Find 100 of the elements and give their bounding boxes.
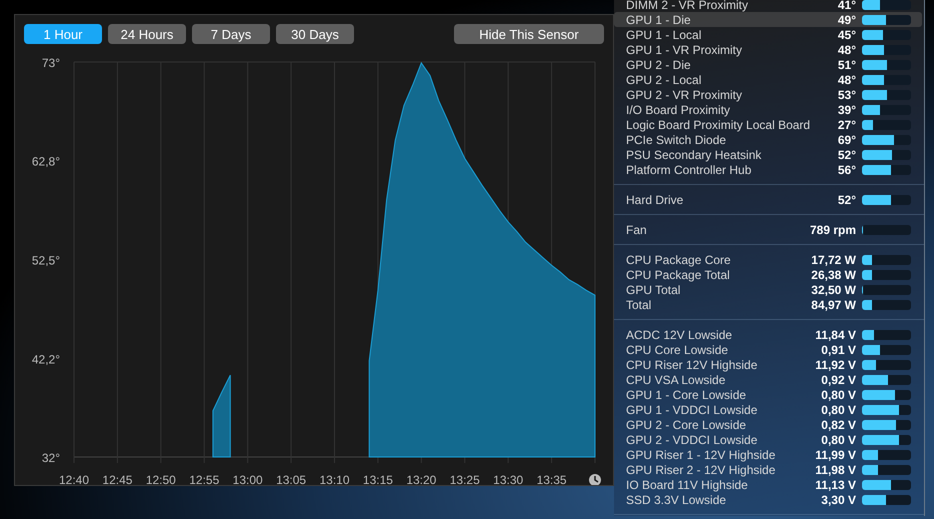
sensor-value: 17,72 W <box>811 252 856 266</box>
sensor-row[interactable]: CPU Riser 12V Highside 11,92 V <box>614 357 922 372</box>
sensor-name: GPU 2 - VR Proximity <box>626 88 744 102</box>
sensor-row[interactable]: GPU 2 - VDDCI Lowside 0,80 V <box>614 432 922 447</box>
sensor-name: GPU Riser 2 - 12V Highside <box>626 462 776 476</box>
sensor-name: GPU 2 - Die <box>626 58 692 72</box>
sensor-row[interactable]: CPU Package Total 26,38 W <box>614 267 922 282</box>
sensor-name: GPU 1 - VDDCI Lowside <box>626 402 758 416</box>
sensor-row[interactable]: Logic Board Proximity Local Board 27° <box>614 117 922 132</box>
sensor-row[interactable]: GPU 2 - Core Lowside 0,82 V <box>614 417 922 432</box>
sensor-value: 11,84 V <box>815 328 856 342</box>
sensor-value: 69° <box>838 132 856 146</box>
sensor-row[interactable]: GPU Riser 2 - 12V Highside 11,98 V <box>614 462 922 477</box>
x-axis-label: 12:55 <box>189 473 220 485</box>
sensor-name: Platform Controller Hub <box>626 162 752 176</box>
x-axis-label: 12:50 <box>146 473 176 485</box>
sensor-value: 52° <box>838 192 856 206</box>
sensor-name: Total <box>626 298 652 312</box>
sensor-name: CPU VSA Lowside <box>626 372 726 386</box>
time-range-button[interactable]: 24 Hours <box>108 24 186 44</box>
sensor-row[interactable]: Hard Drive 52° <box>614 192 922 207</box>
y-axis-label: 32° <box>42 451 60 465</box>
y-axis-label: 73° <box>42 56 60 70</box>
sensor-row[interactable]: GPU Total 32,50 W <box>614 282 922 297</box>
sensor-value: 84,97 W <box>811 298 856 312</box>
sensor-value: 0,91 V <box>821 342 856 356</box>
sensor-name: DIMM 2 - VR Proximity <box>626 0 750 12</box>
sensor-row[interactable]: GPU 1 - VR Proximity 48° <box>614 42 922 57</box>
time-range-button[interactable]: 30 Days <box>276 24 354 44</box>
sensor-value: 32,50 W <box>811 282 856 296</box>
x-axis-label: 13:15 <box>362 473 393 485</box>
sensor-row[interactable]: Total 84,97 W <box>614 297 922 312</box>
sensor-row[interactable]: GPU 2 - Die 51° <box>614 57 922 72</box>
sensor-name: GPU 1 - Die <box>626 12 692 26</box>
x-axis-label: 13:30 <box>493 473 524 485</box>
x-axis-label: 13:20 <box>406 473 436 485</box>
sensor-row[interactable]: PSU Secondary Heatsink 52° <box>614 147 922 162</box>
sensor-row[interactable]: GPU 1 - VDDCI Lowside 0,80 V <box>614 402 922 417</box>
sensor-value: 48° <box>838 72 856 86</box>
sensor-name: Hard Drive <box>626 192 684 206</box>
sensor-row[interactable]: Fan 789 rpm <box>614 222 922 237</box>
sensor-name: GPU 1 - VR Proximity <box>626 42 744 56</box>
sensor-row[interactable]: IO Board 11V Highside 11,13 V <box>614 477 922 492</box>
sensor-row[interactable]: CPU Core Lowside 0,91 V <box>614 342 922 357</box>
hide-sensor-button[interactable]: Hide This Sensor <box>454 24 604 44</box>
sensor-name: GPU 1 - Core Lowside <box>626 388 748 402</box>
sensor-row[interactable]: GPU 1 - Die 49° <box>614 12 922 27</box>
sensor-value: 0,82 V <box>821 418 856 432</box>
sensor-value: 27° <box>838 118 856 132</box>
sensor-row[interactable]: I/O Board Proximity 39° <box>614 102 922 117</box>
sensor-name: GPU 2 - Core Lowside <box>626 418 748 432</box>
sensor-row[interactable]: SSD 3.3V Lowside 3,30 V <box>614 492 922 507</box>
sensor-row[interactable]: GPU Riser 1 - 12V Highside 11,99 V <box>614 447 922 462</box>
sensor-row[interactable]: GPU 2 - VR Proximity 53° <box>614 87 922 102</box>
x-axis-label: 13:25 <box>450 473 480 485</box>
sensor-name: GPU 1 - Local <box>626 28 702 42</box>
sensor-value: 0,80 V <box>821 432 856 446</box>
sensor-value: 0,80 V <box>821 402 856 416</box>
sensor-row[interactable]: ACDC 12V Lowside 11,84 V <box>614 327 922 342</box>
sensor-name: CPU Package Total <box>626 268 731 282</box>
x-axis-label: 12:45 <box>102 473 132 485</box>
y-axis-label: 62,8° <box>32 154 60 168</box>
sensor-row[interactable]: GPU 1 - Local 45° <box>614 27 922 42</box>
sensor-row[interactable]: DIMM 2 - VR Proximity 41° <box>614 0 922 12</box>
sensor-name: Fan <box>626 222 648 236</box>
x-axis-label: 13:05 <box>276 473 306 485</box>
time-range-button[interactable]: 7 Days <box>192 24 270 44</box>
sensor-value: 11,13 V <box>815 478 856 492</box>
sensor-name: IO Board 11V Highside <box>626 478 749 492</box>
sensor-value: 39° <box>838 102 856 116</box>
sensor-name: CPU Riser 12V Highside <box>626 358 758 372</box>
sensor-name: CPU Package Core <box>626 252 732 266</box>
sensor-row[interactable]: GPU 2 - Local 48° <box>614 72 922 87</box>
sensor-name: GPU Total <box>626 282 682 296</box>
x-axis-label: 12:40 <box>58 473 90 485</box>
sensor-value: 26,38 W <box>811 268 856 282</box>
y-axis-label: 42,2° <box>32 352 60 367</box>
sensor-name: CPU Core Lowside <box>626 342 730 356</box>
sensor-row[interactable]: CPU Package Core 17,72 W <box>614 252 922 267</box>
sensor-row[interactable]: CPU VSA Lowside 0,92 V <box>614 372 922 387</box>
sensor-value: 0,92 V <box>821 372 856 386</box>
sensor-name: Logic Board Proximity Local Board <box>626 118 812 132</box>
clock-icon[interactable] <box>589 474 601 485</box>
sensor-name: GPU 2 - VDDCI Lowside <box>626 432 758 446</box>
sensor-value: 11,99 V <box>815 448 856 462</box>
sensor-value: 56° <box>838 162 856 176</box>
sensor-row[interactable]: Platform Controller Hub 56° <box>614 162 922 177</box>
x-axis-label: 13:10 <box>319 473 350 485</box>
sensor-value: 51° <box>838 58 856 72</box>
sensor-row[interactable]: GPU 1 - Core Lowside 0,80 V <box>614 387 922 402</box>
sensor-value: 789 rpm <box>810 222 856 236</box>
sensor-name: GPU Riser 1 - 12V Highside <box>626 448 776 462</box>
sensor-name: PSU Secondary Heatsink <box>626 148 762 162</box>
sensor-name: GPU 2 - Local <box>626 72 702 86</box>
sensor-value: 0,80 V <box>821 388 856 402</box>
sensor-row[interactable]: PCIe Switch Diode 69° <box>614 132 922 147</box>
y-axis-label: 52,5° <box>32 254 60 268</box>
sensor-name: ACDC 12V Lowside <box>626 328 734 342</box>
sensor-value: 11,98 V <box>815 462 856 476</box>
sensor-value: 41° <box>838 0 856 12</box>
